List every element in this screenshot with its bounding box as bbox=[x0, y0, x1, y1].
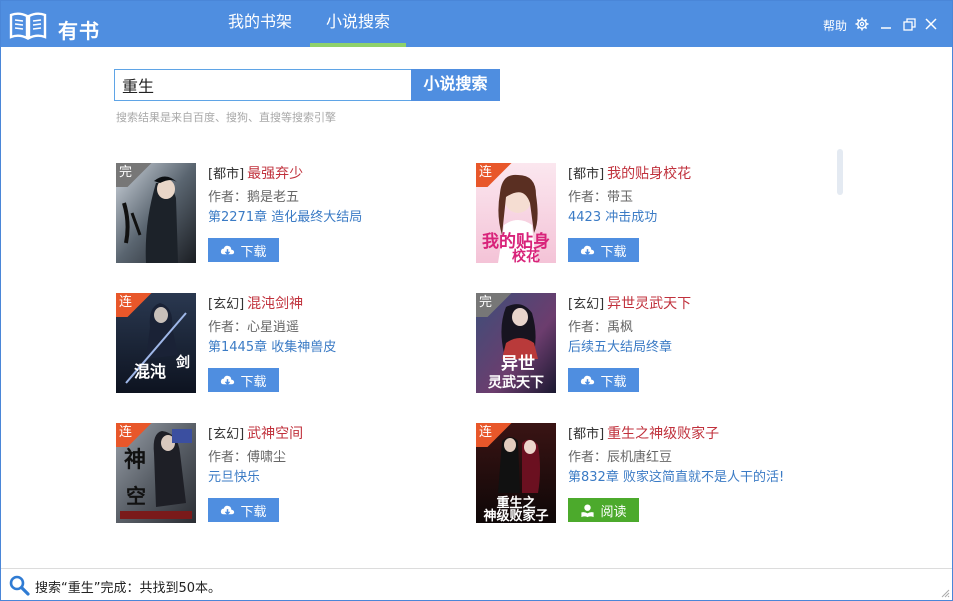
latest-chapter-link[interactable]: 4423 冲击成功 bbox=[568, 208, 808, 228]
book-category: [玄幻] bbox=[208, 427, 245, 442]
book-author: 作者：带玉 bbox=[568, 190, 634, 205]
book-logo-icon bbox=[9, 12, 47, 40]
book-category: [都市] bbox=[568, 167, 605, 182]
ongoing-badge: 连 bbox=[116, 423, 156, 447]
app-window: 有书 我的书架 小说搜索 帮助 重生 小说搜索 搜索结果是来自百度、搜狗、直搜等… bbox=[0, 0, 953, 601]
book-info: [玄幻] 混沌剑神 作者：心星逍遥 第1445章 收集神兽皮 bbox=[208, 293, 448, 358]
book-info: [玄幻] 异世灵武天下 作者：禹枫 后续五大结局终章 bbox=[568, 293, 808, 358]
search-input[interactable] bbox=[114, 69, 411, 101]
book-cover[interactable]: 完 bbox=[116, 163, 196, 263]
cloud-download-icon bbox=[221, 245, 235, 255]
book-result-item: 我的贴身 校花 连 [都市] 我的贴身校花 作者：带玉 4423 冲击成功 下载 bbox=[476, 163, 806, 263]
download-button[interactable]: 下载 bbox=[568, 238, 639, 262]
title-bar[interactable]: 有书 我的书架 小说搜索 帮助 bbox=[1, 1, 952, 47]
book-title[interactable]: 重生之神级败家子 bbox=[607, 426, 719, 442]
download-button[interactable]: 下载 bbox=[208, 368, 279, 392]
novel-search-button[interactable]: 小说搜索 bbox=[411, 69, 500, 101]
minimize-button[interactable] bbox=[878, 15, 894, 33]
book-info: [玄幻] 武神空间 作者：傅啸尘 元旦快乐 bbox=[208, 423, 448, 488]
book-title[interactable]: 异世灵武天下 bbox=[607, 296, 691, 312]
svg-text:剑: 剑 bbox=[175, 354, 190, 371]
latest-chapter-link[interactable]: 第2271章 造化最终大结局 bbox=[208, 208, 448, 228]
latest-chapter-link[interactable]: 后续五大结局终章 bbox=[568, 338, 808, 358]
close-icon bbox=[925, 18, 937, 30]
search-source-hint: 搜索结果是来自百度、搜狗、直搜等搜索引擎 bbox=[116, 111, 336, 124]
book-result-item: 异世 灵武天下 完 [玄幻] 异世灵武天下 作者：禹枫 后续五大结局终章 下载 bbox=[476, 293, 806, 393]
book-author: 作者：辰机唐红豆 bbox=[568, 450, 673, 465]
book-cover[interactable]: 我的贴身 校花 连 bbox=[476, 163, 556, 263]
book-cover[interactable]: 异世 灵武天下 完 bbox=[476, 293, 556, 393]
book-category: [玄幻] bbox=[568, 297, 605, 312]
book-result-item: 神 空 连 [玄幻] 武神空间 作者：傅啸尘 元旦快乐 下载 bbox=[116, 423, 446, 523]
book-author: 作者：鹅是老五 bbox=[208, 190, 300, 205]
latest-chapter-link[interactable]: 元旦快乐 bbox=[208, 468, 448, 488]
svg-text:混沌: 混沌 bbox=[134, 362, 166, 381]
book-category: [都市] bbox=[208, 167, 245, 182]
help-link[interactable]: 帮助 bbox=[823, 17, 847, 35]
scrollbar-thumb[interactable] bbox=[837, 149, 843, 195]
download-button-label: 下载 bbox=[240, 374, 267, 390]
book-info: [都市] 重生之神级败家子 作者：辰机唐红豆 第832章 败家这简直就不是人干的活… bbox=[568, 423, 808, 488]
search-icon bbox=[9, 575, 30, 596]
cloud-download-icon bbox=[581, 245, 595, 255]
book-cover[interactable]: 混沌 剑 连 bbox=[116, 293, 196, 393]
ongoing-badge: 连 bbox=[476, 163, 516, 187]
tab-bookshelf[interactable]: 我的书架 bbox=[214, 1, 306, 47]
book-title[interactable]: 最强弃少 bbox=[247, 166, 303, 182]
download-button-label: 下载 bbox=[600, 244, 627, 260]
status-message: 搜索“重生”完成：共找到50本。 bbox=[35, 581, 222, 596]
active-tab-indicator bbox=[310, 43, 406, 47]
reader-icon bbox=[581, 504, 595, 517]
book-cover[interactable]: 神 空 连 bbox=[116, 423, 196, 523]
book-result-item: 重生之 神级败家子 连 [都市] 重生之神级败家子 作者：辰机唐红豆 第832章 … bbox=[476, 423, 806, 523]
book-title[interactable]: 混沌剑神 bbox=[247, 296, 303, 312]
svg-text:神级败家子: 神级败家子 bbox=[483, 508, 548, 523]
book-result-item: 完 [都市] 最强弃少 作者：鹅是老五 第2271章 造化最终大结局 下载 bbox=[116, 163, 446, 263]
app-title: 有书 bbox=[58, 19, 100, 43]
svg-text:异世: 异世 bbox=[501, 354, 535, 374]
tab-novel-search[interactable]: 小说搜索 bbox=[310, 1, 406, 47]
cloud-download-icon bbox=[221, 505, 235, 515]
completed-badge: 完 bbox=[476, 293, 516, 317]
download-button[interactable]: 下载 bbox=[208, 498, 279, 522]
svg-text:空: 空 bbox=[126, 484, 146, 508]
restore-icon bbox=[902, 17, 916, 31]
book-result-item: 混沌 剑 连 [玄幻] 混沌剑神 作者：心星逍遥 第1445章 收集神兽皮 下载 bbox=[116, 293, 446, 393]
book-category: [玄幻] bbox=[208, 297, 245, 312]
gear-icon bbox=[855, 17, 869, 31]
close-button[interactable] bbox=[923, 15, 939, 33]
download-button-label: 下载 bbox=[240, 504, 267, 520]
book-author: 作者：傅啸尘 bbox=[208, 450, 287, 465]
latest-chapter-link[interactable]: 第1445章 收集神兽皮 bbox=[208, 338, 448, 358]
ongoing-badge: 连 bbox=[476, 423, 516, 447]
book-cover[interactable]: 重生之 神级败家子 连 bbox=[476, 423, 556, 523]
book-title[interactable]: 我的贴身校花 bbox=[607, 166, 691, 182]
book-author: 作者：心星逍遥 bbox=[208, 320, 300, 335]
maximize-button[interactable] bbox=[901, 15, 917, 33]
download-button-label: 下载 bbox=[600, 374, 627, 390]
download-button[interactable]: 下载 bbox=[208, 238, 279, 262]
book-author: 作者：禹枫 bbox=[568, 320, 634, 335]
cloud-download-icon bbox=[221, 375, 235, 385]
read-button-label: 阅读 bbox=[600, 504, 627, 520]
download-button[interactable]: 下载 bbox=[568, 368, 639, 392]
read-button[interactable]: 阅读 bbox=[568, 498, 639, 522]
svg-text:灵武天下: 灵武天下 bbox=[488, 374, 544, 391]
book-category: [都市] bbox=[568, 427, 605, 442]
status-bar: 搜索“重生”完成：共找到50本。 bbox=[1, 568, 952, 600]
download-button-label: 下载 bbox=[240, 244, 267, 260]
completed-badge: 完 bbox=[116, 163, 156, 187]
svg-text:校花: 校花 bbox=[512, 248, 540, 263]
book-info: [都市] 最强弃少 作者：鹅是老五 第2271章 造化最终大结局 bbox=[208, 163, 448, 228]
minimize-icon bbox=[881, 27, 891, 29]
latest-chapter-link[interactable]: 第832章 败家这简直就不是人干的活! bbox=[568, 468, 808, 488]
resize-grip-icon[interactable] bbox=[940, 588, 950, 598]
cloud-download-icon bbox=[581, 375, 595, 385]
book-title[interactable]: 武神空间 bbox=[247, 426, 303, 442]
svg-text:神: 神 bbox=[124, 447, 146, 473]
settings-button[interactable] bbox=[854, 15, 870, 33]
ongoing-badge: 连 bbox=[116, 293, 156, 317]
book-info: [都市] 我的贴身校花 作者：带玉 4423 冲击成功 bbox=[568, 163, 808, 228]
